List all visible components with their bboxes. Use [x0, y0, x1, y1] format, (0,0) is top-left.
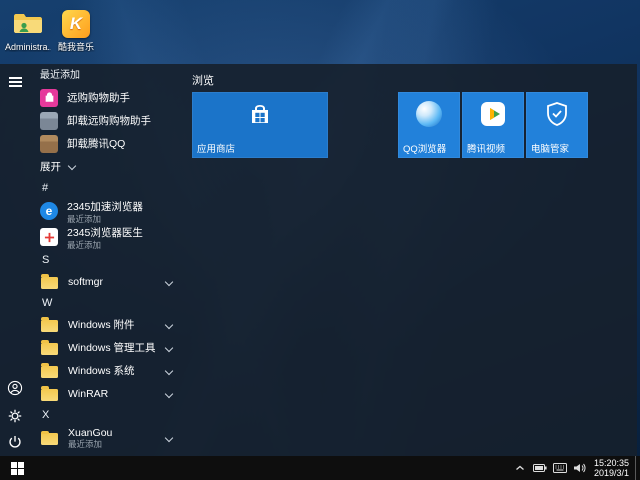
chevron-down-icon: [164, 389, 174, 398]
section-letter-s[interactable]: S: [38, 250, 186, 270]
folder-icon: [41, 274, 58, 289]
uninstaller-icon: [40, 134, 58, 153]
windows-logo-icon: [10, 461, 24, 475]
chevron-down-icon: [164, 433, 174, 443]
app-list-folder[interactable]: Windows 附件: [38, 313, 186, 336]
tile-area: 浏览 应用商店 QQ浏览器 腾讯视频 电脑管家: [186, 64, 637, 456]
system-tray: 15:20:35 2019/3/1: [510, 456, 640, 480]
folder-icon: [41, 430, 58, 445]
shopping-assistant-icon: [40, 88, 58, 107]
folder-icon: [41, 386, 58, 401]
store-icon: [247, 101, 273, 132]
show-desktop-button[interactable]: [635, 456, 640, 480]
desktop-icon-kuwo-music[interactable]: 酷我音乐: [53, 8, 99, 52]
settings-button[interactable]: [7, 408, 23, 424]
power-button[interactable]: [7, 434, 23, 450]
clock-date: 2019/3/1: [593, 468, 629, 478]
app-list-item[interactable]: 卸载远购购物助手: [38, 109, 186, 132]
menu-hamburger-button[interactable]: [7, 74, 23, 90]
kuwo-music-icon: [60, 8, 92, 40]
app-list-folder[interactable]: Windows 管理工具: [38, 336, 186, 359]
folder-icon: [41, 317, 58, 332]
app-list-item[interactable]: 2345浏览器医生 最近添加: [38, 224, 186, 250]
start-menu: 最近添加 远购购物助手 卸载远购购物助手 卸载腾讯QQ 展开 # e 2345加…: [0, 64, 637, 456]
start-button[interactable]: [0, 456, 34, 480]
tile-store[interactable]: 应用商店: [192, 92, 328, 158]
folder-icon: [41, 340, 58, 355]
desktop-icon-administrator[interactable]: Administra...: [5, 8, 51, 52]
doctor-2345-icon: [40, 228, 58, 246]
desktop-icon-label: 酷我音乐: [57, 42, 94, 52]
chevron-down-icon: [164, 343, 174, 352]
app-list-item[interactable]: 2345加速浏览器 最近添加: [38, 198, 186, 224]
tile-group-header[interactable]: 浏览: [192, 72, 214, 88]
user-icon: [7, 380, 23, 396]
chevron-down-icon: [164, 366, 174, 375]
start-menu-rail: [0, 64, 30, 456]
taskbar: 15:20:35 2019/3/1: [0, 456, 640, 480]
tile-tencent-video[interactable]: 腾讯视频: [462, 92, 524, 158]
tile-pc-manager[interactable]: 电脑管家: [526, 92, 588, 158]
gear-icon: [8, 409, 22, 423]
recently-added-header: 最近添加: [40, 70, 80, 81]
user-folder-icon: [12, 8, 44, 40]
section-letter-w[interactable]: W: [38, 293, 186, 313]
qq-browser-icon: [416, 101, 442, 127]
expand-button[interactable]: 展开: [38, 155, 186, 178]
clock-time: 15:20:35: [593, 458, 629, 468]
app-list-item[interactable]: 远购购物助手: [38, 86, 186, 109]
app-list-folder[interactable]: WinRAR: [38, 382, 186, 405]
hidden-icons-chevron[interactable]: [512, 459, 528, 477]
app-list-item[interactable]: 卸载腾讯QQ: [38, 132, 186, 155]
pc-manager-icon: [545, 101, 569, 132]
app-list-folder[interactable]: softmgr: [38, 270, 186, 293]
volume-icon[interactable]: [572, 459, 588, 477]
power-icon: [9, 436, 21, 448]
app-list-folder[interactable]: XuanGou 最近添加: [38, 425, 186, 451]
section-letter-hash[interactable]: #: [38, 178, 186, 198]
tile-qq-browser[interactable]: QQ浏览器: [398, 92, 460, 158]
uninstaller-icon: [40, 111, 58, 130]
chevron-down-icon: [164, 277, 174, 286]
desktop-icon-label: Administra...: [5, 42, 51, 52]
app-list: 最近添加 远购购物助手 卸载远购购物助手 卸载腾讯QQ 展开 # e 2345加…: [30, 64, 186, 456]
tencent-video-icon: [480, 101, 506, 132]
folder-icon: [41, 363, 58, 378]
chevron-down-icon: [164, 320, 174, 329]
input-keyboard-icon[interactable]: [552, 459, 568, 477]
user-account-button[interactable]: [7, 380, 23, 396]
taskbar-clock[interactable]: 15:20:35 2019/3/1: [594, 458, 629, 478]
desktop: Administra... 酷我音乐: [0, 0, 640, 480]
chevron-down-icon: [67, 161, 77, 170]
section-letter-x[interactable]: X: [38, 405, 186, 425]
app-list-folder[interactable]: Windows 系统: [38, 359, 186, 382]
browser-2345-icon: [40, 202, 58, 220]
battery-icon[interactable]: [532, 459, 548, 477]
